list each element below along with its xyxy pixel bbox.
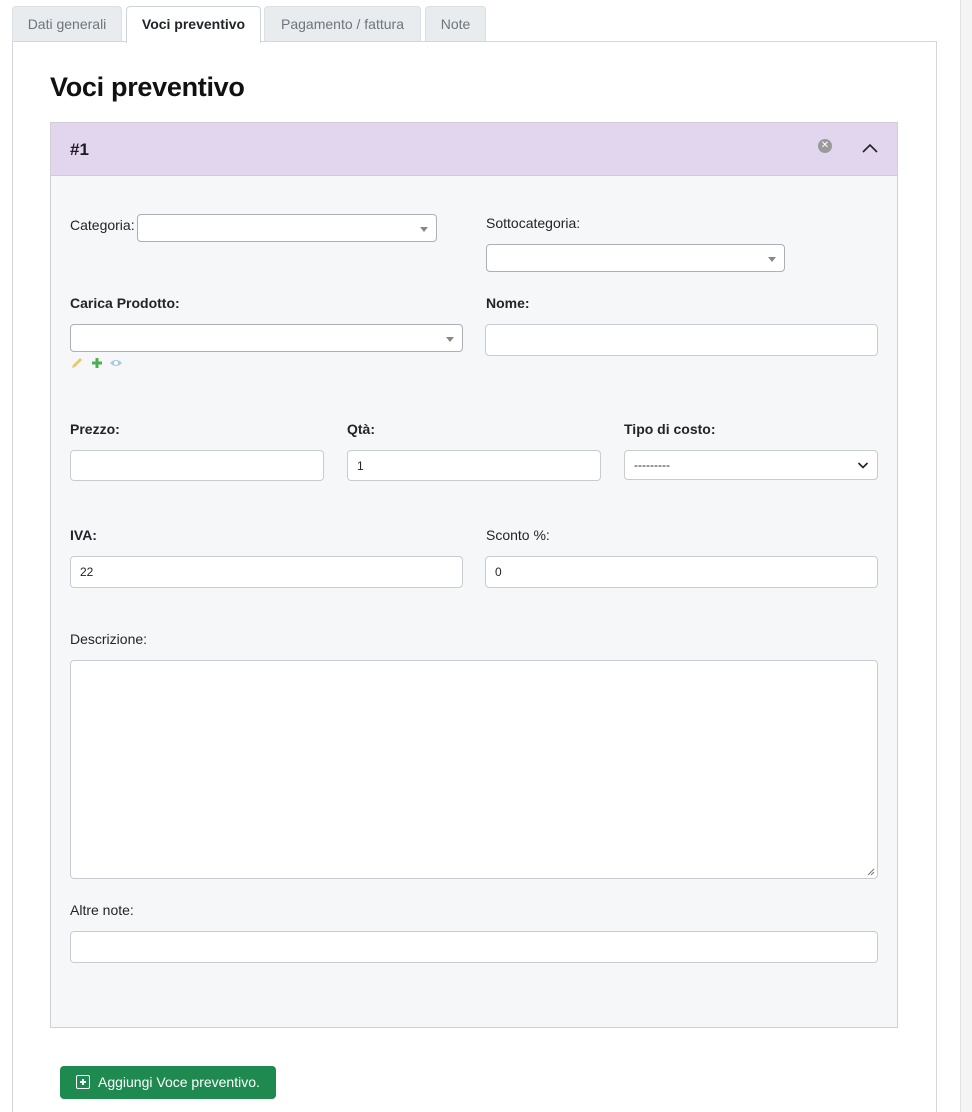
descrizione-textarea[interactable] [70, 660, 878, 879]
tab-dati-generali[interactable]: Dati generali [12, 6, 122, 42]
pencil-icon[interactable] [70, 356, 84, 370]
caret-down-icon [446, 337, 454, 342]
sconto-label: Sconto %: [486, 527, 550, 543]
tipo-di-costo-select[interactable]: --------- [624, 450, 878, 480]
iva-input[interactable]: 22 [70, 556, 463, 588]
add-quote-item-label: Aggiungi Voce preventivo. [98, 1074, 260, 1090]
carica-prodotto-select[interactable] [70, 324, 463, 352]
sottocategoria-select[interactable] [486, 244, 785, 272]
altre-note-input[interactable] [70, 931, 878, 963]
plus-square-icon [76, 1075, 90, 1089]
prezzo-label: Prezzo: [70, 421, 120, 437]
categoria-select[interactable] [137, 214, 437, 242]
altre-note-label: Altre note: [70, 902, 134, 918]
tab-note[interactable]: Note [425, 6, 486, 42]
eye-icon[interactable] [109, 356, 123, 370]
add-quote-item-button[interactable]: Aggiungi Voce preventivo. [60, 1066, 276, 1099]
caret-down-icon [420, 227, 428, 232]
chevron-down-icon [857, 462, 869, 469]
page-title: Voci preventivo [50, 72, 245, 102]
sottocategoria-label: Sottocategoria: [486, 215, 581, 231]
categoria-label: Categoria: [70, 217, 135, 233]
sconto-input[interactable]: 0 [485, 556, 878, 588]
chevron-up-icon[interactable] [859, 137, 881, 159]
quote-item-header[interactable]: #1 ✕ [51, 123, 897, 176]
nome-input[interactable] [485, 324, 878, 356]
qta-input[interactable]: 1 [347, 450, 601, 481]
plus-icon[interactable] [90, 356, 104, 370]
tipo-di-costo-label: Tipo di costo: [624, 421, 716, 437]
tipo-di-costo-value: --------- [634, 458, 670, 472]
resize-handle-icon[interactable] [867, 868, 875, 876]
tab-voci-preventivo[interactable]: Voci preventivo [126, 6, 261, 43]
descrizione-label: Descrizione: [70, 631, 148, 647]
qta-label: Qtà: [347, 421, 375, 437]
carica-prodotto-label: Carica Prodotto: [70, 295, 180, 311]
quote-item-number: #1 [70, 140, 89, 159]
prezzo-input[interactable] [70, 450, 324, 481]
caret-down-icon [768, 257, 776, 262]
tab-pagamento-fattura[interactable]: Pagamento / fattura [264, 6, 421, 42]
page-scrollbar[interactable] [960, 0, 972, 1112]
remove-item-icon[interactable]: ✕ [818, 139, 832, 153]
iva-label: IVA: [70, 527, 97, 543]
nome-label: Nome: [486, 295, 530, 311]
